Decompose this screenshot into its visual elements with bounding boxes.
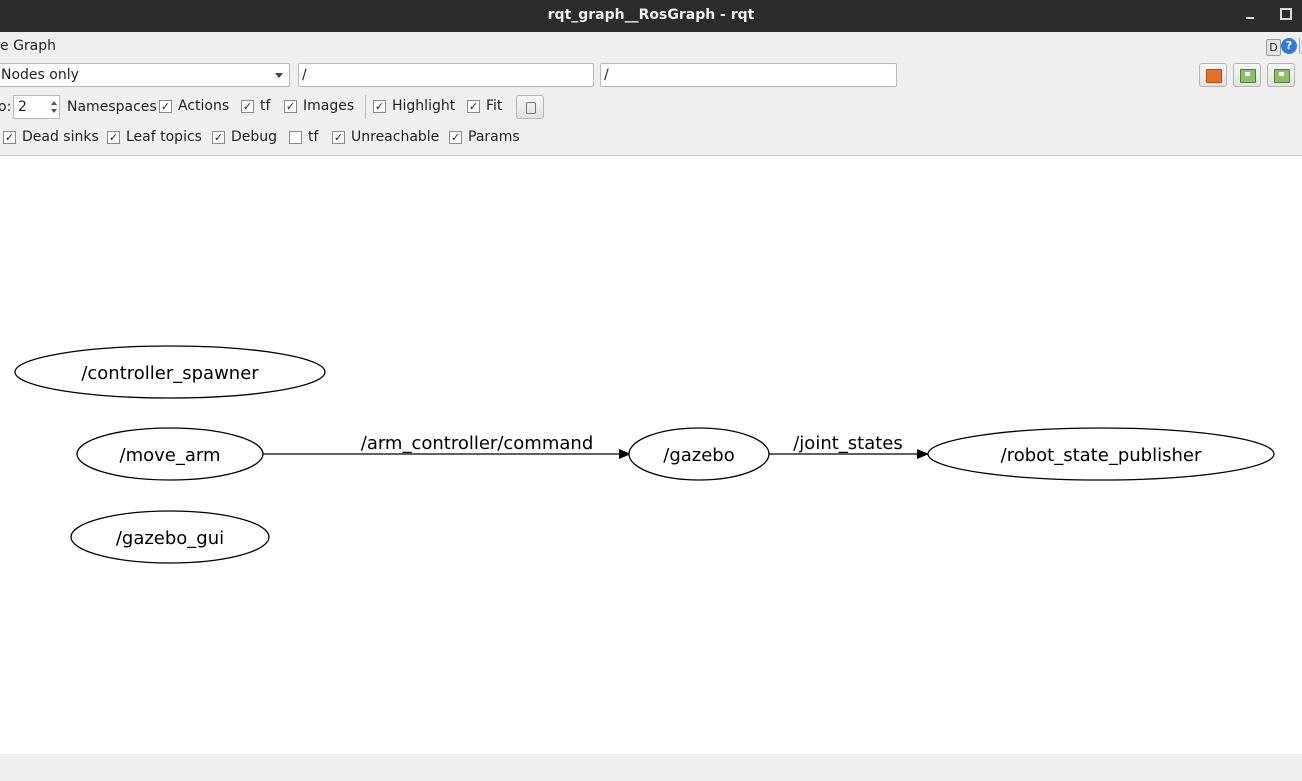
- depth-value: 2: [18, 99, 27, 115]
- fit-checkbox[interactable]: ✓: [467, 100, 480, 113]
- leaf-topics-label: Leaf topics: [126, 129, 202, 145]
- maximize-icon[interactable]: [1280, 8, 1292, 20]
- graph-canvas[interactable]: /arm_controller/command /joint_states /c…: [0, 155, 1302, 755]
- window-title: rqt_graph__RosGraph - rqt: [547, 7, 755, 23]
- save-icon: [1240, 69, 1256, 83]
- status-bar: [0, 754, 1302, 781]
- tf-checkbox[interactable]: ✓: [241, 100, 254, 113]
- hide-tf-label: tf: [308, 129, 319, 145]
- fit-label: Fit: [486, 98, 503, 114]
- node-controller-spawner[interactable]: /controller_spawner: [14, 345, 326, 399]
- topic-filter-input[interactable]: [600, 63, 897, 87]
- fit-in-view-button[interactable]: [516, 95, 544, 119]
- images-checkbox[interactable]: ✓: [284, 100, 297, 113]
- depth-label: o:: [0, 99, 12, 115]
- params-label: Params: [468, 129, 520, 145]
- tf-label: tf: [260, 98, 271, 114]
- dead-sinks-checkbox[interactable]: ✓: [3, 131, 16, 144]
- toolbar-separator: [365, 95, 366, 119]
- params-checkbox[interactable]: ✓: [449, 131, 462, 144]
- chevron-down-icon: [275, 73, 283, 78]
- highlight-checkbox[interactable]: ✓: [373, 100, 386, 113]
- node-robot-state-publisher[interactable]: /robot_state_publisher: [927, 427, 1275, 481]
- edge-label-joint-states[interactable]: /joint_states: [793, 433, 903, 454]
- folder-icon: [1206, 69, 1222, 83]
- save-image-icon: [1274, 69, 1290, 83]
- edge-label-arm-controller-command[interactable]: /arm_controller/command: [361, 433, 594, 454]
- node-label: /move_arm: [120, 445, 221, 466]
- window-titlebar: rqt_graph__RosGraph - rqt: [0, 0, 1302, 32]
- namespaces-label: Namespaces: [67, 99, 157, 115]
- graph-mode-value: Nodes only: [1, 67, 79, 83]
- node-label: /controller_spawner: [81, 363, 259, 384]
- graph-mode-select[interactable]: Nodes only: [0, 63, 290, 87]
- dead-sinks-label: Dead sinks: [22, 129, 99, 145]
- save-image-button[interactable]: [1267, 63, 1295, 87]
- save-dot-button[interactable]: [1233, 63, 1261, 87]
- hide-tf-checkbox[interactable]: [289, 131, 302, 144]
- minimize-icon[interactable]: [1244, 6, 1258, 24]
- plugin-title: e Graph: [0, 38, 57, 54]
- node-label: /gazebo_gui: [116, 528, 224, 549]
- actions-label: Actions: [178, 98, 230, 114]
- load-dot-button[interactable]: [1199, 63, 1227, 87]
- node-gazebo[interactable]: /gazebo: [628, 427, 770, 481]
- leaf-topics-checkbox[interactable]: ✓: [107, 131, 120, 144]
- help-icon[interactable]: ?: [1281, 38, 1297, 54]
- ros-graph: /arm_controller/command /joint_states /c…: [14, 345, 1275, 564]
- node-gazebo-gui[interactable]: /gazebo_gui: [70, 510, 270, 564]
- unreachable-checkbox[interactable]: ✓: [332, 131, 345, 144]
- namespace-filter-input[interactable]: [298, 63, 594, 87]
- depth-spinbox[interactable]: 2: [13, 95, 60, 119]
- unreachable-label: Unreachable: [351, 129, 440, 145]
- debug-checkbox[interactable]: ✓: [212, 131, 225, 144]
- dock-button[interactable]: D: [1266, 39, 1281, 56]
- images-label: Images: [303, 98, 355, 114]
- node-label: /gazebo: [663, 445, 734, 466]
- highlight-label: Highlight: [392, 98, 456, 114]
- node-move-arm[interactable]: /move_arm: [76, 427, 264, 481]
- fit-view-icon: [526, 102, 536, 114]
- debug-label: Debug: [231, 129, 278, 145]
- spin-down-icon[interactable]: [51, 109, 57, 113]
- spin-up-icon[interactable]: [51, 101, 57, 105]
- node-label: /robot_state_publisher: [1001, 445, 1202, 466]
- actions-checkbox[interactable]: ✓: [159, 100, 172, 113]
